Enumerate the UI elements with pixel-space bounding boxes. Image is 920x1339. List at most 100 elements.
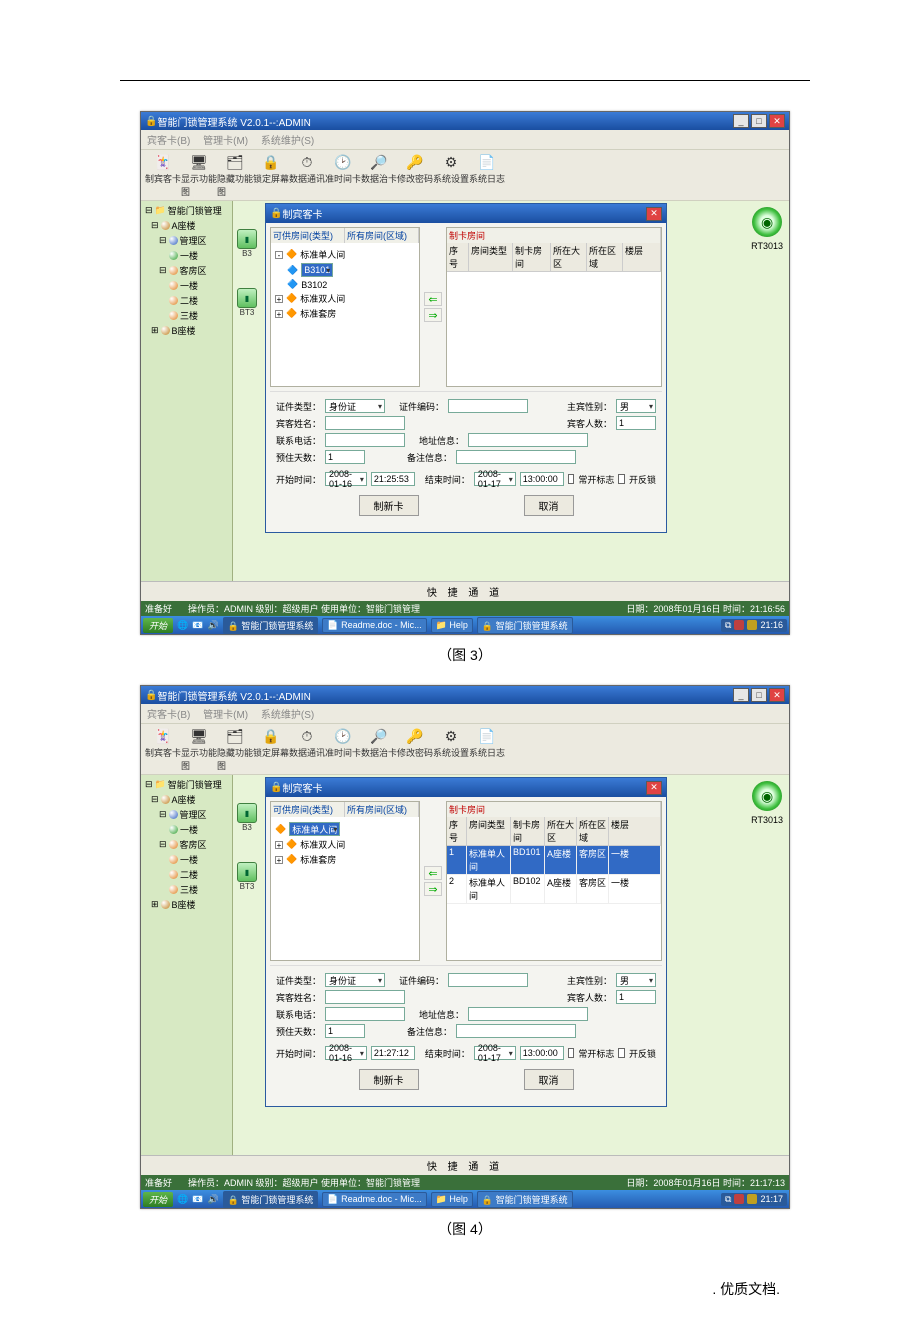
move-right-button[interactable]: ⇒ <box>424 308 442 322</box>
toolbar-item[interactable]: 🕑准时间卡 <box>325 152 361 198</box>
guest-name-input[interactable] <box>325 416 405 430</box>
often-checkbox[interactable] <box>568 474 575 484</box>
toolbar-item[interactable]: 📄系统日志 <box>469 152 505 198</box>
toolbar: 🃏制宾客卡🖥显示功能图🗂隐藏功能图🔒锁定屏幕⏱数据通讯🕑准时间卡🔎数据治卡🔑修改… <box>141 149 789 201</box>
make-guestcard-dialog: 🔒 制宾客卡 ✕ 可供房间(类型) 所有房间(区域) -🔶标准单人间 <box>265 203 667 533</box>
grid-row[interactable]: 1 标准单人间 BD101 A座楼 客房区 一楼 <box>447 846 661 875</box>
task-btn-1[interactable]: 🔒 智能门锁管理系统 <box>223 617 319 634</box>
toolbar-item[interactable]: 🗂隐藏功能图 <box>217 726 253 772</box>
minimize-button[interactable]: _ <box>733 688 749 702</box>
end-date[interactable]: 2008-01-17 <box>474 472 516 486</box>
toolbar-item[interactable]: ⚙系统设置 <box>433 726 469 772</box>
note-input[interactable] <box>456 1024 576 1038</box>
start-time[interactable] <box>371 472 415 486</box>
id-type-select[interactable]: 身份证 <box>325 973 385 987</box>
end-time[interactable] <box>520 472 564 486</box>
toolbar-item[interactable]: 🔎数据治卡 <box>361 726 397 772</box>
addr-input[interactable] <box>468 433 588 447</box>
cancel-button[interactable]: 取消 <box>524 1069 574 1090</box>
task-btn-4[interactable]: 🔒 智能门锁管理系统 <box>477 617 573 634</box>
menu-sysmaint[interactable]: 系统维护(S) <box>261 136 314 147</box>
dialog-close[interactable]: ✕ <box>646 781 662 795</box>
antilock-checkbox[interactable] <box>618 474 625 484</box>
page-footer: . 优质文档. <box>120 1279 810 1299</box>
figure-caption-4: （图 4） <box>120 1219 810 1239</box>
toolbar-item[interactable]: 🃏制宾客卡 <box>145 152 181 198</box>
status-bar: 准备好 操作员：ADMIN 级别：超级用户 使用单位：智能门锁管理 日期：200… <box>141 601 789 616</box>
dialog-icon: 🔒 <box>270 208 282 219</box>
dialog-title: 制宾客卡 <box>282 206 646 221</box>
toolbar-item[interactable]: 🔎数据治卡 <box>361 152 397 198</box>
screenshot-1: 🔒 智能门锁管理系统 V2.0.1--:ADMIN _ □ ✕ 宾客卡(B) 管… <box>140 111 790 635</box>
close-button[interactable]: ✕ <box>769 688 785 702</box>
toolbar-item[interactable]: 📄系统日志 <box>469 726 505 772</box>
start-date[interactable]: 2008-01-16 <box>325 1046 367 1060</box>
device-bt3[interactable]: ▮ <box>237 288 257 308</box>
move-right-button[interactable]: ⇒ <box>424 882 442 896</box>
guest-name-input[interactable] <box>325 990 405 1004</box>
taskbar: 开始 🌐📧🔊 🔒 智能门锁管理系统 📄 Readme.doc - Mic... … <box>141 616 789 634</box>
task-btn-2[interactable]: 📄 Readme.doc - Mic... <box>322 618 426 633</box>
end-date[interactable]: 2008-01-17 <box>474 1046 516 1060</box>
addr-input[interactable] <box>468 1007 588 1021</box>
sex-select[interactable]: 男 <box>616 973 656 987</box>
toolbar-item[interactable]: 🔒锁定屏幕 <box>253 726 289 772</box>
often-checkbox[interactable] <box>568 1048 575 1058</box>
cancel-button[interactable]: 取消 <box>524 495 574 516</box>
start-date[interactable]: 2008-01-16 <box>325 472 367 486</box>
end-time[interactable] <box>520 1046 564 1060</box>
system-tray[interactable]: ⧉ 21:16 <box>721 619 787 632</box>
maximize-button[interactable]: □ <box>751 688 767 702</box>
app-icon: 🔒 <box>145 116 157 127</box>
sidebar-tree: ⊟📁智能门锁管理 ⊟A座楼 ⊟管理区 一楼 ⊟客房区 一楼 二楼 三楼 ⊞B座楼 <box>141 201 233 581</box>
tab-by-area[interactable]: 所有房间(区域) <box>345 228 419 243</box>
id-no-input[interactable] <box>448 399 528 413</box>
toolbar-item[interactable]: 🖥显示功能图 <box>181 152 217 198</box>
toolbar-item[interactable]: ⏱数据通讯 <box>289 152 325 198</box>
menubar: 宾客卡(B) 管理卡(M) 系统维护(S) <box>141 130 789 149</box>
card-sensor: ◉ RT3013 <box>751 207 783 251</box>
start-time[interactable] <box>371 1046 415 1060</box>
move-left-button[interactable]: ⇐ <box>424 292 442 306</box>
maximize-button[interactable]: □ <box>751 114 767 128</box>
grid-row[interactable]: 2 标准单人间 BD102 A座楼 客房区 一楼 <box>447 875 661 904</box>
days-input[interactable] <box>325 450 365 464</box>
toolbar-item[interactable]: 🃏制宾客卡 <box>145 726 181 772</box>
task-btn-3[interactable]: 📁 Help <box>431 618 473 633</box>
id-no-input[interactable] <box>448 973 528 987</box>
id-type-select[interactable]: 身份证 <box>325 399 385 413</box>
phone-input[interactable] <box>325 1007 405 1021</box>
grid-header: 序号 房间类型 制卡房间 所在大区 所在区域 楼层 <box>447 243 661 272</box>
toolbar-item[interactable]: 🖥显示功能图 <box>181 726 217 772</box>
close-button[interactable]: ✕ <box>769 114 785 128</box>
toolbar-item[interactable]: 🕑准时间卡 <box>325 726 361 772</box>
minimize-button[interactable]: _ <box>733 114 749 128</box>
toolbar-item[interactable]: 🔑修改密码 <box>397 152 433 198</box>
window-titlebar: 🔒 智能门锁管理系统 V2.0.1--:ADMIN _ □ ✕ <box>141 112 789 130</box>
days-input[interactable] <box>325 1024 365 1038</box>
dialog-close[interactable]: ✕ <box>646 207 662 221</box>
antilock-checkbox[interactable] <box>618 1048 625 1058</box>
menu-mgmtcard[interactable]: 管理卡(M) <box>203 136 248 147</box>
toolbar-item[interactable]: ⏱数据通讯 <box>289 726 325 772</box>
tab-by-type[interactable]: 可供房间(类型) <box>271 228 345 243</box>
room-type-tree[interactable]: -🔶标准单人间 🔷B3101 🔷B3102 +🔶标准双人间 +🔶标准套房 <box>271 243 419 325</box>
sex-select[interactable]: 男 <box>616 399 656 413</box>
note-input[interactable] <box>456 450 576 464</box>
move-left-button[interactable]: ⇐ <box>424 866 442 880</box>
start-button[interactable]: 开始 <box>143 1192 173 1207</box>
menu-guestcard[interactable]: 宾客卡(B) <box>147 136 190 147</box>
screenshot-2: 🔒 智能门锁管理系统 V2.0.1--:ADMIN _ □ ✕ 宾客卡(B) 管… <box>140 685 790 1209</box>
toolbar-item[interactable]: ⚙系统设置 <box>433 152 469 198</box>
make-card-button[interactable]: 制新卡 <box>359 1069 419 1090</box>
device-b3[interactable]: ▮ <box>237 229 257 249</box>
guest-count-input[interactable] <box>616 416 656 430</box>
figure-caption-3: （图 3） <box>120 645 810 665</box>
phone-input[interactable] <box>325 433 405 447</box>
start-button[interactable]: 开始 <box>143 618 173 633</box>
toolbar-item[interactable]: 🔑修改密码 <box>397 726 433 772</box>
toolbar-item[interactable]: 🔒锁定屏幕 <box>253 152 289 198</box>
guest-count-input[interactable] <box>616 990 656 1004</box>
make-card-button[interactable]: 制新卡 <box>359 495 419 516</box>
toolbar-item[interactable]: 🗂隐藏功能图 <box>217 152 253 198</box>
